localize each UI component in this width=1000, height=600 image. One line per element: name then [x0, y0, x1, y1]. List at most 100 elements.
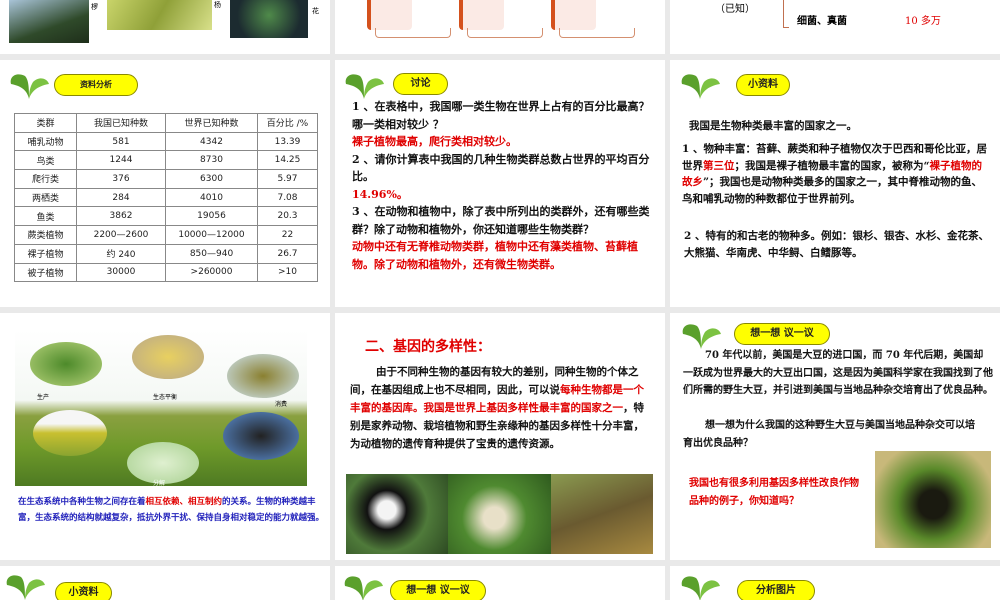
section-badge: 讨论: [393, 73, 448, 95]
bird-image: [227, 354, 299, 398]
cell: 4342: [165, 131, 258, 152]
field-image: [33, 410, 107, 456]
plant-label: 杨: [214, 1, 221, 9]
leaf-icon: [341, 572, 385, 600]
table-row: 爬行类 376 6300 5.97: [14, 169, 318, 189]
cell: 284: [76, 187, 166, 208]
balance-label: 生态平衡: [153, 394, 178, 401]
cell: 7.08: [257, 187, 318, 208]
cell: 26.7: [257, 243, 318, 264]
plant-image: [875, 451, 991, 548]
leaf-icon: [678, 70, 722, 100]
section-badge: 想一想 议一议: [734, 323, 830, 345]
cell: 6300: [165, 169, 258, 189]
cell: 5.97: [257, 169, 318, 189]
flower-plant-image: [230, 0, 308, 38]
slide-info-2[interactable]: 小资料: [0, 566, 330, 600]
cell: 两栖类: [14, 187, 77, 208]
table-row: 哺乳动物 581 4342 13.39: [14, 131, 318, 152]
caterpillar-image: [30, 342, 102, 386]
slide-gene-diversity[interactable]: 二、基因的多样性： 由于不同种生物的基因有较大的差别，同种生物的个体之间，在基因…: [335, 313, 665, 560]
cell: 22: [257, 225, 318, 245]
red-prompt: 我国也有很多利用基因多样性改良作物品种的例子，你知道吗？: [689, 478, 859, 507]
ecosystem-diagram: 生产 生态平衡 消费 分解: [15, 330, 307, 487]
answer-1: 裸子植物最高，爬行类相对较少。: [352, 135, 517, 148]
poplar-image: [107, 0, 212, 30]
orange-card: [551, 0, 596, 30]
section-badge: 想一想 议一议: [390, 580, 486, 600]
slide-info[interactable]: 小资料 我国是生物种类最丰富的国家之一。 1 、物种丰富：苔藓、蕨类和种子植物仅…: [670, 60, 1000, 307]
cell: 哺乳动物: [14, 131, 77, 152]
cell: 30000: [76, 262, 166, 283]
brace: [783, 0, 789, 28]
cell: 被子植物: [14, 262, 77, 283]
section-badge: 分析图片: [737, 580, 815, 600]
discussion-text: 1 、在表格中，我国哪一类生物在世界上占有的百分比最高？哪一类相对较少 ？ 裸子…: [352, 98, 652, 273]
plant-label: 花: [312, 7, 319, 15]
card-outline: [375, 28, 451, 38]
slide-discussion[interactable]: 讨论 1 、在表格中，我国哪一类生物在世界上占有的百分比最高？哪一类相对较少 ？…: [335, 60, 665, 307]
cell: 14.25: [257, 150, 318, 171]
slide-analyze-image[interactable]: 分析图片: [670, 566, 1000, 600]
leaf-icon: [3, 571, 47, 600]
cell: 爬行类: [14, 169, 77, 189]
cell: 850—940: [165, 243, 258, 264]
producer-label: 生产: [37, 394, 50, 401]
group-name: 细菌、真菌: [797, 16, 847, 27]
question-1: 1 、在表格中，我国哪一类生物在世界上占有的百分比最高？哪一类相对较少 ？: [352, 100, 650, 131]
known-label: （已知）: [715, 4, 755, 15]
cell: 20.3: [257, 206, 318, 227]
orange-card: [367, 0, 412, 30]
column-header: 世界已知种数: [165, 113, 258, 133]
table-row: 两栖类 284 4010 7.08: [14, 187, 318, 208]
species-table: 类群 我国已知种数 世界已知种数 百分比 /% 哺乳动物 581 4342 13.39 鸟类…: [14, 113, 318, 283]
decomposer-label: 分解: [153, 480, 166, 487]
card-outline: [467, 28, 543, 38]
info-point-1: 1 、物种丰富：苔藓、蕨类和种子植物仅次于巴西和哥伦比亚，居世界第三位；我国是裸…: [682, 143, 987, 205]
tree-fern-image: [9, 0, 89, 43]
cell: 581: [76, 131, 166, 152]
question-3: 3 、在动物和植物中，除了表中所列出的类群外，还有哪些类群？除了动物和植物外，你…: [352, 205, 650, 236]
card-outline: [559, 28, 635, 38]
ecosystem-caption: 在生态系统中各种生物之间存在着相互依赖、相互制约的关系。生物的种类越丰富，生态系…: [18, 497, 325, 523]
table-row: 被子植物 30000 >260000 >10: [14, 262, 318, 283]
eagle-image: [223, 412, 299, 460]
slide-think-discuss[interactable]: 想一想 议一议 70 年代以前，美国是大豆的进口国，而 70 年代后期，美国却一…: [670, 313, 1000, 560]
slide-data-analysis[interactable]: 资料分析 类群 我国已知种数 世界已知种数 百分比 /% 哺乳动物 581 4342 13.…: [0, 60, 330, 307]
cell: 裸子植物: [14, 243, 77, 264]
column-header: 类群: [14, 113, 77, 133]
slide-species-counts[interactable]: （已知） 细菌、真菌 10 多万: [670, 0, 1000, 54]
slide-ecosystem[interactable]: 生产 生态平衡 消费 分解 在生态系统中各种生物之间存在着相互依赖、相互制约的关…: [0, 313, 330, 560]
cell: 蕨类植物: [14, 225, 77, 245]
answer-2: 14.96%。: [352, 187, 408, 201]
group-count: 10 多万: [905, 16, 941, 27]
section-badge: 小资料: [55, 582, 112, 600]
section-badge: 小资料: [736, 74, 790, 96]
slide-cards[interactable]: [335, 0, 665, 54]
table-row: 蕨类植物 2200—2600 10000—12000 22: [14, 225, 318, 245]
table-row: 鱼类 3862 19056 20.3: [14, 206, 318, 227]
slide-think-discuss-2[interactable]: 想一想 议一议: [335, 566, 665, 600]
section-badge: 资料分析: [54, 74, 138, 96]
slide-plants[interactable]: 椤 杨 花: [0, 0, 330, 54]
table-header-row: 类群 我国已知种数 世界已知种数 百分比 /%: [14, 113, 318, 133]
table-row: 裸子植物约 240 850—940 26.7: [14, 243, 318, 264]
table-row: 鸟类 1244 8730 14.25: [14, 150, 318, 171]
consumer-label: 消费: [275, 401, 288, 408]
column-header: 百分比 /%: [257, 113, 318, 133]
soybean-paragraph: 70 年代以前，美国是大豆的进口国，而 70 年代后期，美国却一跃成为世界最大的…: [683, 350, 993, 396]
leaf-icon: [679, 320, 723, 350]
butterfly-image: [132, 335, 204, 379]
cell: 2200—2600: [76, 225, 166, 245]
gene-paragraph: 由于不同种生物的基因有较大的差别，同种生物的个体之间，在基因组成上也不尽相同，因…: [350, 366, 644, 450]
dolphin-image: [448, 474, 551, 554]
think-question: 想一想为什么我国的这种野生大豆与美国当地品种杂交可以培育出优良品种？: [683, 420, 975, 449]
cell: 1244: [76, 150, 166, 171]
cell: 13.39: [257, 131, 318, 152]
cell: 约 240: [76, 243, 166, 264]
plant-label: 椤: [91, 3, 98, 11]
cell: 19056: [165, 206, 258, 227]
cell: 10000—12000: [165, 225, 258, 245]
intro-text: 我国是生物种类最丰富的国家之一。: [689, 120, 857, 132]
question-2: 2 、请你计算表中我国的几种生物类群总数占世界的平均百分比。: [352, 152, 650, 184]
